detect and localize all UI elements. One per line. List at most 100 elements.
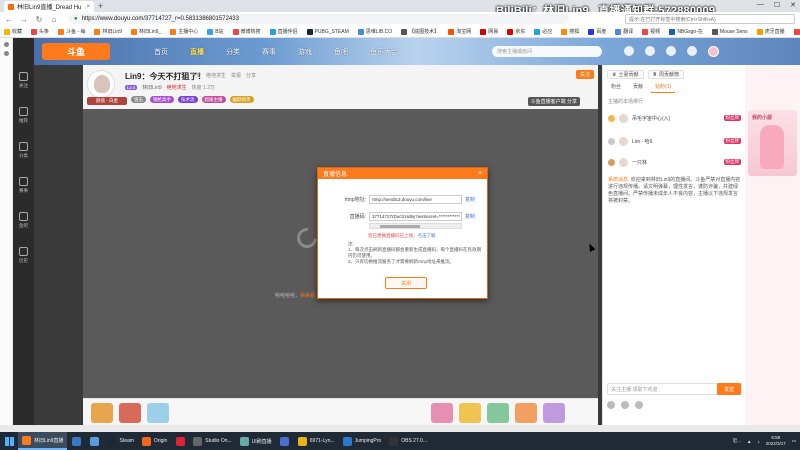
streamer-tag[interactable]: 钢枪高手 (150, 96, 174, 103)
gift-icon[interactable] (621, 401, 629, 409)
address-bar[interactable]: ● https://www.douyu.com/37714727_r=0.583… (69, 14, 569, 24)
bookmark-item[interactable]: 视频 (642, 28, 660, 35)
bookmark-item[interactable]: 必应 (534, 28, 552, 35)
gift-item[interactable] (431, 403, 453, 423)
site-search-input[interactable]: 搜索主播或房间 (492, 46, 602, 57)
browser-tab[interactable]: 林旧Lin9直播_Dread Hu × (4, 1, 94, 12)
notification-icon[interactable]: ▭ (792, 438, 796, 444)
gift-item[interactable] (487, 403, 509, 423)
close-window-button[interactable]: ✕ (790, 1, 796, 9)
gift-item[interactable] (91, 403, 113, 423)
taskbar-item[interactable]: JumpingPro (339, 432, 386, 450)
main-nav-item[interactable]: 赛事 (262, 47, 276, 57)
rtmp-field[interactable]: rtmp://sendtc3.douyu.com/live (369, 195, 462, 204)
volume-icon[interactable]: ♪ (757, 439, 759, 444)
douyu-logo[interactable]: 斗鱼 (42, 43, 110, 60)
left-nav-item[interactable]: 鱼吧 (19, 212, 28, 229)
bookmark-item[interactable]: 虎牙直播 (756, 28, 785, 35)
bookmark-item[interactable]: 林旧Lin9_ (130, 28, 161, 35)
close-tab-icon[interactable]: × (86, 4, 90, 10)
home-icon[interactable]: ⌂ (50, 15, 58, 24)
taskbar-item[interactable]: UI刷直播 (236, 432, 276, 450)
left-nav-item[interactable]: 历史 (19, 247, 28, 264)
main-nav-item[interactable]: 直播 (190, 47, 204, 57)
streamer-tag[interactable]: 超级主播 (201, 96, 226, 103)
clock[interactable]: 6:58 2022/3/17 (766, 435, 786, 447)
tab-weekly-contrib[interactable]: ♜ 周贡献榜 (647, 70, 684, 79)
bookmark-item[interactable]: Mouse Sens (711, 28, 748, 35)
gift-item[interactable] (119, 403, 141, 423)
history-icon[interactable] (624, 46, 634, 56)
gift-item[interactable] (543, 403, 565, 423)
bookmark-item[interactable]: 今日 (793, 28, 800, 35)
taskbar-item[interactable]: Steam (103, 432, 137, 450)
bookmark-item[interactable]: 淘宝网 (448, 28, 471, 35)
gift-item[interactable] (459, 403, 481, 423)
meta-category-link[interactable]: 绝地求生 (206, 72, 226, 79)
share-link[interactable]: 分享 (246, 72, 256, 79)
bookmark-item[interactable]: 【底图技术】 (401, 28, 439, 35)
report-link[interactable]: 举报 (231, 72, 241, 79)
taskbar-item[interactable]: OBS 27.0... (385, 432, 431, 450)
rank-row[interactable]: 一只林 粉丝牌 (608, 156, 741, 168)
bookmark-item[interactable]: 直播伴侣 (269, 28, 298, 35)
bookmark-item[interactable]: PUBG_STEAM (306, 28, 349, 35)
left-nav-item[interactable]: 赛事 (19, 177, 28, 194)
stream-category[interactable]: 绝地求生 (167, 84, 187, 91)
maximize-button[interactable]: ☐ (774, 1, 780, 9)
bookmark-item[interactable]: NBGsgo-在 (669, 28, 703, 35)
bookmark-item[interactable]: 收藏 (4, 28, 22, 35)
bookmark-item[interactable]: 主播中心 (170, 28, 198, 35)
copy-key-button[interactable]: 复制 (465, 213, 475, 220)
taskbar-item[interactable]: 6971-Lyn... (294, 432, 339, 450)
left-nav-item[interactable]: 推荐 (19, 107, 28, 124)
taskbar-item[interactable] (276, 432, 294, 450)
main-nav-item[interactable]: 鱼吧 (334, 47, 348, 57)
taskbar-item[interactable] (85, 432, 103, 450)
copy-rtmp-button[interactable]: 复制 (465, 196, 475, 203)
rank-row[interactable]: Lim - 哈9 粉丝牌 (608, 135, 741, 147)
forward-icon[interactable]: → (20, 15, 28, 24)
key-field[interactable]: 37714727rDuclzHd8y?wsSecret=************ (369, 212, 462, 221)
streamer-tag[interactable]: 狙击 (131, 96, 146, 103)
main-nav-item[interactable]: 首页 (154, 47, 168, 57)
left-nav-item[interactable]: 关注 (19, 72, 28, 89)
minimize-button[interactable]: — (757, 1, 764, 9)
streamer-tag[interactable]: 技术流 (178, 96, 198, 103)
settings-icon[interactable] (635, 401, 643, 409)
ad-banner[interactable]: 我的小屋 (748, 110, 797, 176)
sidebar-star-icon[interactable] (3, 42, 9, 47)
download-icon[interactable] (687, 46, 697, 56)
bookmark-item[interactable]: 网易 (480, 28, 498, 35)
send-button[interactable]: 发送 (717, 383, 741, 395)
streamer-name[interactable]: 林旧Lin9 (142, 84, 161, 91)
streamer-avatar[interactable] (87, 70, 115, 98)
taskbar-item[interactable]: Studio On... (189, 432, 235, 450)
close-button[interactable]: 关闭 (385, 277, 427, 289)
learn-more-link[interactable]: 点击了解 (418, 233, 436, 238)
main-nav-item[interactable]: 游戏 (298, 47, 312, 57)
bookmark-item[interactable]: 微博热搜 (232, 28, 261, 35)
bookmark-item[interactable]: 头条 (31, 28, 49, 35)
taskbar-item[interactable]: Origin (138, 432, 171, 450)
message-icon[interactable] (666, 46, 676, 56)
bookmark-item[interactable]: 京东 (507, 28, 525, 35)
new-tab-button[interactable]: + (98, 1, 103, 11)
bookmark-item[interactable]: 林旧Lin9 (94, 28, 122, 35)
main-nav-item[interactable]: 鱼乐大会 (370, 47, 398, 57)
subtab-fans[interactable]: 粉丝 (607, 83, 625, 93)
streamer-tag[interactable]: 幽默搞笑 (229, 96, 254, 103)
modal-close-icon[interactable]: × (478, 170, 482, 177)
bookmark-item[interactable]: 斗鱼 - 每 (58, 28, 85, 35)
network-icon[interactable]: ▲ (747, 439, 751, 444)
follow-icon[interactable] (645, 46, 655, 56)
client-share-button[interactable]: 斗鱼直播客户端 分享 (527, 97, 580, 106)
start-button[interactable] (0, 432, 18, 450)
taskbar-item[interactable] (67, 432, 85, 450)
taskbar-item[interactable] (171, 432, 189, 450)
main-nav-item[interactable]: 分类 (226, 47, 240, 57)
bookmark-item[interactable]: 搜狐 (561, 28, 579, 35)
bookmark-item[interactable]: B站 (207, 28, 224, 35)
gift-item[interactable] (147, 403, 169, 423)
reload-icon[interactable]: ↻ (35, 15, 43, 24)
